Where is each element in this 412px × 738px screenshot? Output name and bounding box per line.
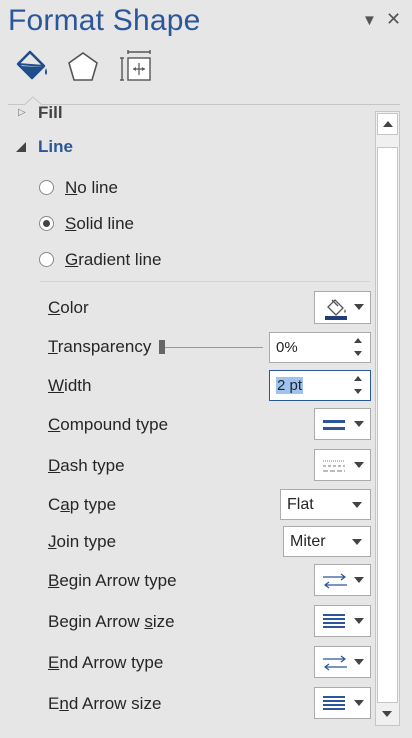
dash-lines-icon xyxy=(323,460,345,472)
cap-type-label: Cap type xyxy=(48,495,117,514)
dash-type-label: Dash type xyxy=(48,456,125,475)
increase-arrow-icon[interactable] xyxy=(354,338,362,343)
width-value[interactable]: 2 pt xyxy=(276,377,304,394)
chevron-down-icon xyxy=(354,421,364,427)
chevron-down-icon xyxy=(354,659,364,665)
increase-arrow-icon[interactable] xyxy=(354,376,362,381)
transparency-label: Transparency xyxy=(48,337,152,356)
chevron-down-icon xyxy=(354,700,364,706)
outline-color-icon xyxy=(325,299,347,320)
arrow-types-icon xyxy=(323,655,347,671)
width-spinner[interactable]: 2 pt xyxy=(269,370,371,401)
compound-type-dropdown[interactable] xyxy=(314,408,371,440)
expand-triangle-icon: ▷ xyxy=(18,107,26,118)
begin-arrow-size-dropdown[interactable] xyxy=(314,605,371,637)
tab-fill-line[interactable] xyxy=(12,48,52,88)
gradient-line-option[interactable]: Gradient line xyxy=(39,250,239,272)
end-arrow-size-label: End Arrow size xyxy=(48,694,162,713)
cap-type-select[interactable]: Flat xyxy=(280,489,371,520)
size-properties-icon xyxy=(120,50,151,81)
slider-thumb[interactable] xyxy=(159,340,165,354)
options-scroll-region: ▷ Fill Line No line Solid line Gradient … xyxy=(0,105,373,738)
join-type-label: Join type xyxy=(48,532,117,551)
join-type-select[interactable]: Miter xyxy=(283,526,371,557)
scroll-up-button[interactable] xyxy=(377,113,398,135)
paint-bucket-icon xyxy=(16,50,47,80)
tab-effects[interactable] xyxy=(66,50,102,86)
solid-line-label: Solid line xyxy=(65,214,134,233)
cap-type-value: Flat xyxy=(287,496,314,513)
end-arrow-type-dropdown[interactable] xyxy=(314,646,371,678)
chevron-down-icon xyxy=(354,462,364,468)
pane-title: Format Shape xyxy=(8,4,201,37)
arrow-types-icon xyxy=(323,573,347,589)
chevron-down-icon xyxy=(354,618,364,624)
pane-options-dropdown[interactable]: ▼ xyxy=(362,12,377,29)
no-line-label: No line xyxy=(65,178,118,197)
arrow-size-icon xyxy=(323,614,345,628)
begin-arrow-size-label: Begin Arrow size xyxy=(48,612,175,631)
chevron-down-icon xyxy=(352,539,362,545)
end-arrow-type-label: End Arrow type xyxy=(48,653,164,672)
options-divider xyxy=(40,281,370,282)
begin-arrow-type-label: Begin Arrow type xyxy=(48,571,177,590)
line-section-label: Line xyxy=(38,137,73,156)
chevron-down-icon xyxy=(354,304,364,310)
transparency-value[interactable]: 0% xyxy=(276,339,298,356)
collapse-triangle-icon xyxy=(16,142,26,152)
arrow-size-icon xyxy=(323,696,345,710)
solid-line-radio[interactable] xyxy=(39,216,54,231)
width-label: Width xyxy=(48,376,92,395)
decrease-arrow-icon[interactable] xyxy=(354,351,362,356)
dash-type-dropdown[interactable] xyxy=(314,449,371,481)
no-line-option[interactable]: No line xyxy=(39,178,239,200)
scroll-down-button[interactable] xyxy=(377,704,398,724)
color-label: Color xyxy=(48,298,89,317)
chevron-down-icon xyxy=(352,502,362,508)
join-type-value: Miter xyxy=(290,533,326,550)
fill-section-label: Fill xyxy=(38,105,63,122)
transparency-spinner[interactable]: 0% xyxy=(269,332,371,363)
pentagon-icon xyxy=(68,52,98,81)
compound-lines-icon xyxy=(323,420,345,430)
gradient-line-radio[interactable] xyxy=(39,252,54,267)
scroll-thumb[interactable] xyxy=(377,147,398,703)
end-arrow-size-dropdown[interactable] xyxy=(314,687,371,719)
decrease-arrow-icon[interactable] xyxy=(354,389,362,394)
no-line-radio[interactable] xyxy=(39,180,54,195)
chevron-down-icon xyxy=(382,711,392,717)
solid-line-option[interactable]: Solid line xyxy=(39,214,239,236)
line-section-header[interactable]: Line xyxy=(16,137,216,159)
line-color-picker[interactable] xyxy=(314,291,371,324)
transparency-slider[interactable] xyxy=(159,337,265,359)
compound-type-label: Compound type xyxy=(48,415,169,434)
slider-track xyxy=(159,347,263,348)
chevron-up-icon xyxy=(383,121,393,127)
begin-arrow-type-dropdown[interactable] xyxy=(314,564,371,596)
gradient-line-label: Gradient line xyxy=(65,250,162,269)
close-icon[interactable]: ✕ xyxy=(386,9,401,30)
chevron-down-icon xyxy=(354,577,364,583)
tab-size-properties[interactable] xyxy=(118,48,154,84)
